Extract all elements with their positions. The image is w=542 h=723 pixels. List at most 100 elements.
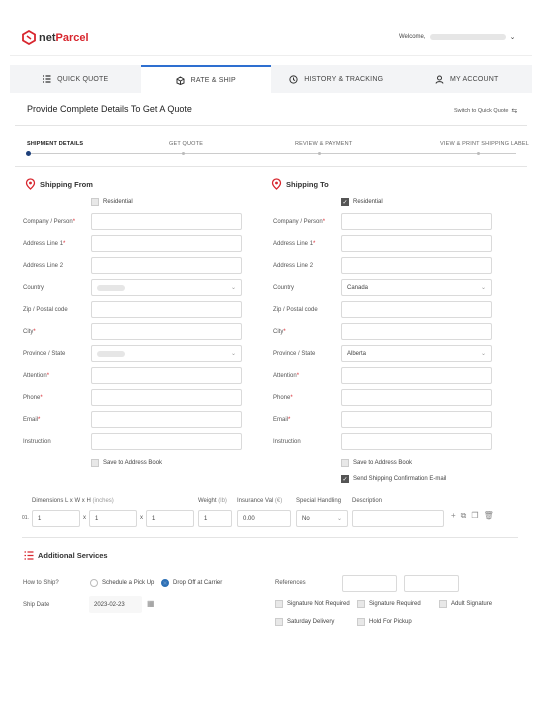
from-attention-input[interactable]: [91, 367, 242, 384]
checkmark-icon[interactable]: ✓: [341, 198, 349, 206]
from-instruction-label: Instruction: [23, 439, 51, 445]
from-email-input[interactable]: [91, 411, 242, 428]
from-company-label: Company / Person*: [23, 219, 76, 225]
width-input[interactable]: 1: [89, 510, 137, 527]
to-phone-input[interactable]: [341, 389, 492, 406]
swap-icon: ⇆: [511, 108, 518, 115]
select-value: No: [302, 515, 310, 522]
checkmark-icon[interactable]: ✓: [341, 475, 349, 483]
to-residential-checkbox[interactable]: ✓ Residential: [341, 198, 383, 206]
redacted-value: [97, 350, 125, 357]
welcome-menu[interactable]: Welcome, ⌄: [399, 33, 515, 41]
tab-label: QUICK QUOTE: [57, 75, 109, 83]
to-company-input[interactable]: [341, 213, 492, 230]
from-attention-label: Attention*: [23, 373, 50, 379]
from-phone-input[interactable]: [91, 389, 242, 406]
to-city-label: City*: [273, 329, 286, 335]
trash-icon[interactable]: 🗑: [484, 511, 494, 521]
from-address1-input[interactable]: [91, 235, 242, 252]
insurance-label: Insurance Val (€): [237, 498, 283, 504]
switch-to-quick-quote-link[interactable]: Switch to Quick Quote ⇆: [454, 107, 517, 115]
checkbox-box[interactable]: [357, 618, 365, 626]
stepper-track: [28, 153, 516, 154]
from-city-input[interactable]: [91, 323, 242, 340]
shipping-from-title: Shipping From: [25, 178, 93, 190]
from-province-select[interactable]: ⌄: [91, 345, 242, 362]
row-actions: + ⧉ ❐ 🗑: [451, 511, 494, 521]
to-address1-input[interactable]: [341, 235, 492, 252]
from-company-input[interactable]: [91, 213, 242, 230]
description-input[interactable]: [352, 510, 444, 527]
tab-rate-ship[interactable]: RATE & SHIP: [140, 65, 271, 93]
to-address1-label: Address Line 1*: [273, 241, 316, 247]
ship-date-input[interactable]: 2023-02-23: [89, 596, 142, 613]
times-sign: x: [140, 515, 143, 521]
plus-icon[interactable]: +: [451, 511, 456, 521]
to-email-input[interactable]: [341, 411, 492, 428]
checkbox-box[interactable]: [275, 618, 283, 626]
step-dot: [318, 152, 321, 155]
step-dot-active: [26, 151, 31, 156]
hold-for-pickup-checkbox[interactable]: Hold For Pickup: [357, 618, 412, 626]
insurance-input[interactable]: 0.00: [237, 510, 291, 527]
saturday-delivery-checkbox[interactable]: Saturday Delivery: [275, 618, 334, 626]
to-country-select[interactable]: Canada ⌄: [341, 279, 492, 296]
from-residential-checkbox[interactable]: Residential: [91, 198, 133, 206]
checkbox-box[interactable]: [91, 198, 99, 206]
special-handling-select[interactable]: No ⌄: [296, 510, 348, 527]
from-save-address-checkbox[interactable]: Save to Address Book: [91, 459, 162, 467]
calendar-icon[interactable]: ▦: [147, 599, 155, 608]
from-instruction-input[interactable]: [91, 433, 242, 450]
from-country-select[interactable]: ⌄: [91, 279, 242, 296]
signature-required-checkbox[interactable]: Signature Required: [357, 600, 421, 608]
radio-circle[interactable]: [90, 579, 98, 587]
to-zip-input[interactable]: [341, 301, 492, 318]
checkbox-label: Signature Required: [369, 601, 421, 607]
drop-off-radio[interactable]: Drop Off at Carrier: [161, 579, 222, 587]
netparcel-logo[interactable]: netParcel: [22, 30, 89, 45]
logo-icon: [22, 30, 36, 45]
checkbox-box[interactable]: [341, 459, 349, 467]
section-label: Shipping From: [40, 179, 93, 189]
duplicate-icon[interactable]: ❐: [471, 511, 478, 521]
radio-circle-selected[interactable]: [161, 579, 169, 587]
tab-history-tracking[interactable]: HISTORY & TRACKING: [271, 65, 402, 93]
to-province-label: Province / State: [273, 351, 316, 357]
from-phone-label: Phone*: [23, 395, 43, 401]
from-zip-input[interactable]: [91, 301, 242, 318]
reference-input-1[interactable]: [342, 575, 397, 592]
signature-not-required-checkbox[interactable]: Signature Not Required: [275, 600, 350, 608]
weight-input[interactable]: 1: [198, 510, 232, 527]
logo-text: netParcel: [39, 31, 89, 44]
send-confirmation-email-checkbox[interactable]: ✓ Send Shipping Confirmation E-mail: [341, 475, 446, 483]
tab-label: HISTORY & TRACKING: [304, 75, 384, 83]
tab-quick-quote[interactable]: QUICK QUOTE: [10, 65, 141, 93]
to-country-label: Country: [273, 285, 295, 291]
description-label: Description: [352, 498, 383, 504]
from-address2-label: Address Line 2: [23, 263, 64, 269]
to-save-address-checkbox[interactable]: Save to Address Book: [341, 459, 412, 467]
to-attention-input[interactable]: [341, 367, 492, 384]
checkbox-box[interactable]: [439, 600, 447, 608]
user-name-redacted: [429, 34, 506, 40]
checkbox-box[interactable]: [275, 600, 283, 608]
schedule-pickup-radio[interactable]: Schedule a Pick Up: [90, 579, 154, 587]
checkbox-box[interactable]: [357, 600, 365, 608]
checkbox-box[interactable]: [91, 459, 99, 467]
adult-signature-checkbox[interactable]: Adult Signature: [439, 600, 492, 608]
to-city-input[interactable]: [341, 323, 492, 340]
times-sign: x: [83, 515, 86, 521]
chevron-down-icon: ⌄: [336, 516, 342, 522]
height-input[interactable]: 1: [146, 510, 194, 527]
copy-icon[interactable]: ⧉: [461, 511, 467, 521]
location-pin-icon: [25, 178, 36, 190]
reference-input-2[interactable]: [404, 575, 459, 592]
to-address2-input[interactable]: [341, 257, 492, 274]
length-input[interactable]: 1: [32, 510, 80, 527]
from-address2-input[interactable]: [91, 257, 242, 274]
chevron-down-icon: ⌄: [480, 351, 486, 357]
tab-my-account[interactable]: MY ACCOUNT: [402, 65, 533, 93]
to-instruction-input[interactable]: [341, 433, 492, 450]
to-province-select[interactable]: Alberta ⌄: [341, 345, 492, 362]
tab-label: RATE & SHIP: [190, 76, 236, 84]
